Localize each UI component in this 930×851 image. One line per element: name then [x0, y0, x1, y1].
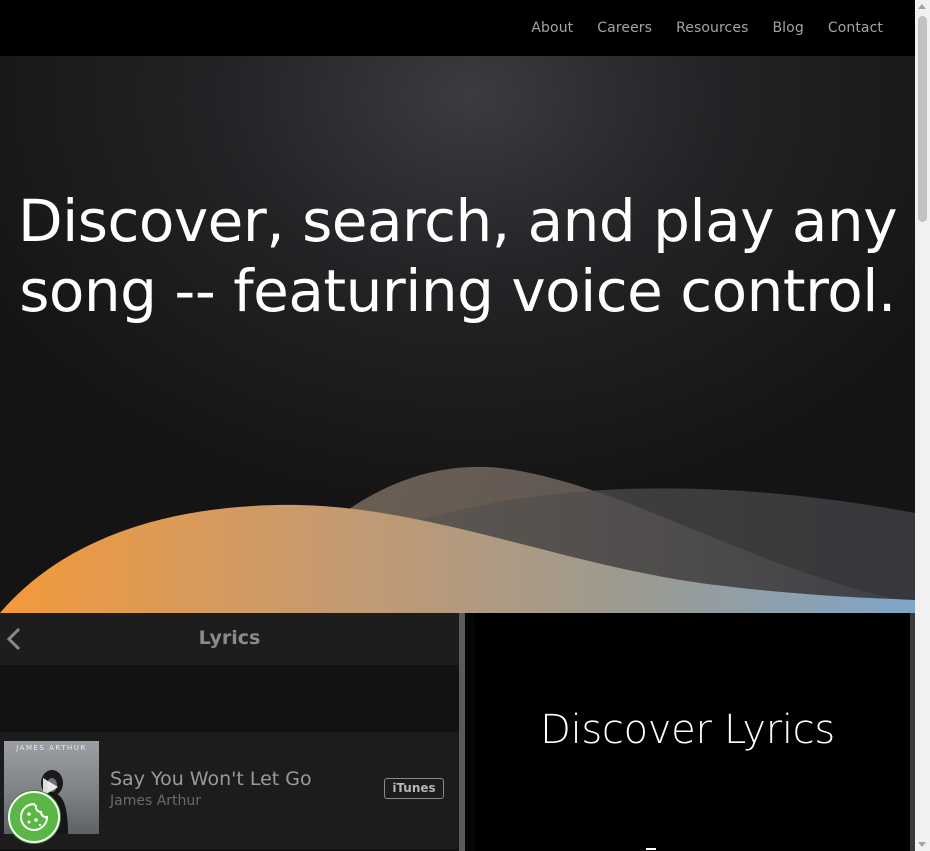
scroll-up-arrow-icon[interactable] [918, 4, 926, 9]
scrollbar-thumb[interactable] [918, 16, 927, 222]
app-screenshot-panel: Lyrics JAMES ARTHUR Say You Won't Let Go… [0, 613, 459, 851]
song-title: Say You Won't Let Go [110, 768, 312, 790]
app-header: Lyrics [0, 613, 459, 665]
cookie-settings-button[interactable] [8, 791, 60, 843]
nav-link-resources[interactable]: Resources [676, 20, 748, 36]
nav-link-blog[interactable]: Blog [772, 20, 803, 36]
cookie-icon [20, 802, 49, 831]
app-header-title: Lyrics [198, 627, 261, 649]
feature-panel-right-edge [910, 613, 915, 851]
hero-headline: Discover, search, and play any song -- f… [17, 187, 898, 325]
feature-underline [646, 848, 656, 850]
song-list-item[interactable]: JAMES ARTHUR Say You Won't Let Go James … [0, 732, 459, 849]
feature-title: Discover Lyrics [540, 707, 835, 753]
page-scrollbar[interactable] [915, 0, 930, 851]
top-nav: About Careers Resources Blog Contact [0, 0, 915, 56]
nav-link-careers[interactable]: Careers [597, 20, 652, 36]
hero-waves-graphic [0, 466, 915, 613]
feature-panel: Discover Lyrics [465, 613, 910, 851]
scroll-down-arrow-icon[interactable] [918, 842, 926, 847]
nav-link-about[interactable]: About [531, 20, 573, 36]
itunes-button[interactable]: iTunes [384, 778, 444, 799]
song-artist: James Arthur [110, 793, 202, 809]
hero-section: Discover, search, and play any song -- f… [0, 56, 915, 613]
album-cover-artist-text: JAMES ARTHUR [16, 744, 87, 752]
nav-link-contact[interactable]: Contact [828, 20, 883, 36]
feature-panel-edge [465, 613, 475, 851]
